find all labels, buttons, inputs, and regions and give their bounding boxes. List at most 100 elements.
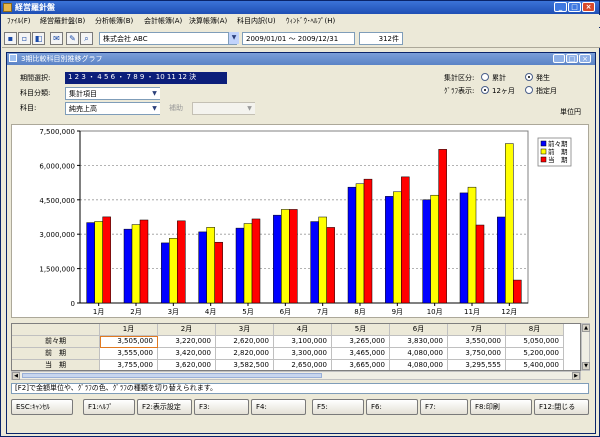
table-cell[interactable]: 3,830,000 — [390, 336, 448, 348]
menu-breakdown[interactable]: 科目内訳(U) — [237, 16, 276, 26]
save-icon[interactable]: ▪ — [4, 32, 17, 45]
agg-occurrence-label: 発生 — [536, 74, 550, 82]
menu-compass[interactable]: 経営羅針盤(B) — [40, 16, 85, 26]
minimize-button[interactable]: _ — [554, 2, 567, 12]
table-cell[interactable]: 3,505,000 — [100, 336, 158, 348]
scroll-up-icon[interactable]: ▲ — [582, 324, 590, 332]
window-icon[interactable]: ◧ — [32, 32, 45, 45]
bar — [310, 221, 319, 304]
vertical-scrollbar[interactable]: ▲ ▼ — [581, 323, 590, 371]
table-cell[interactable]: 2,820,000 — [216, 348, 274, 360]
scroll-thumb[interactable] — [22, 373, 322, 378]
table-cell[interactable]: 3,300,000 — [274, 348, 332, 360]
x-tick-label: 1月 — [93, 308, 104, 316]
table-cell[interactable]: 5,200,000 — [506, 348, 564, 360]
y-tick-label: 3,000,000 — [39, 231, 75, 239]
table-column-header: 2月 — [158, 324, 216, 336]
table-cell[interactable]: 4,080,000 — [390, 348, 448, 360]
f3-button[interactable]: F3: — [194, 399, 249, 415]
table-cell[interactable]: 5,400,000 — [506, 360, 564, 370]
bar — [393, 191, 402, 304]
bar — [94, 221, 103, 304]
legend-swatch — [540, 156, 547, 163]
search-icon[interactable]: ⌕ — [80, 32, 93, 45]
f6-button[interactable]: F6: — [366, 399, 418, 415]
menu-file[interactable]: ﾌｧｲﾙ(F) — [7, 16, 31, 26]
menu-window-help[interactable]: ｳｨﾝﾄﾞｳ･ﾍﾙﾌﾟ(H) — [286, 16, 335, 26]
date-range-field[interactable]: 2009/01/01 ～ 2009/12/31 — [242, 32, 355, 45]
f7-button[interactable]: F7: — [420, 399, 468, 415]
bar — [123, 228, 133, 304]
bar — [243, 223, 253, 304]
scroll-right-icon[interactable]: ▶ — [572, 372, 580, 380]
category-value: 集計項目 — [69, 90, 97, 98]
category-chevron-down-icon[interactable]: ▼ — [149, 88, 160, 99]
account-value: 純売上高 — [69, 105, 97, 113]
table-cell[interactable]: 3,665,000 — [332, 360, 390, 370]
table-cell[interactable]: 3,220,000 — [158, 336, 216, 348]
period-selector[interactable]: 1 2 3 ・ 4 5 6 ・ 7 8 9 ・ 10 11 12 決 — [65, 72, 227, 84]
scroll-down-icon[interactable]: ▼ — [582, 362, 590, 370]
graph-specified-month-radio[interactable] — [525, 86, 533, 94]
f5-button[interactable]: F5: — [312, 399, 364, 415]
category-select[interactable]: 集計項目 — [65, 87, 160, 100]
table-cell[interactable]: 3,295,555 — [448, 360, 506, 370]
table-cell[interactable]: 4,080,000 — [390, 360, 448, 370]
table-column-header: 6月 — [390, 324, 448, 336]
app-icon — [3, 3, 12, 12]
close-button[interactable]: × — [582, 2, 595, 12]
graph-12-months-radio[interactable] — [481, 86, 489, 94]
inner-close-button[interactable]: × — [579, 54, 591, 63]
company-select[interactable]: 株式会社 ABC — [99, 32, 237, 45]
f8-print-button[interactable]: F8:印刷 — [470, 399, 532, 415]
horizontal-scrollbar[interactable]: ◀ ▶ — [11, 371, 581, 380]
table-cell[interactable]: 3,755,000 — [100, 360, 158, 370]
f4-button[interactable]: F4: — [251, 399, 306, 415]
data-table[interactable]: 1月 2月 3月 4月 5月 6月 7月 8月 前々期 3,505,000 3,220,000 2,6… — [11, 323, 581, 371]
agg-occurrence-radio[interactable] — [525, 73, 533, 81]
bar — [281, 209, 290, 304]
status-bar: [F2]で金額単位や、ｸﾞﾗﾌの色、ｸﾞﾗﾌの種類を切り替えられます。 — [11, 383, 589, 394]
bar-chart: 0 1,500,000 3,000,000 4,500,000 6,000,000 7,5… — [39, 128, 572, 316]
table-cell[interactable]: 3,582,500 — [216, 360, 274, 370]
scroll-left-icon[interactable]: ◀ — [12, 372, 20, 380]
open-icon[interactable]: ▫ — [18, 32, 31, 45]
table-cell[interactable]: 3,620,000 — [158, 360, 216, 370]
menu-closing[interactable]: 決算帳簿(A) — [189, 16, 227, 26]
graph-12-months-label: 12ヶ月 — [492, 87, 515, 95]
x-tick-label: 3月 — [168, 308, 179, 316]
y-tick-label: 6,000,000 — [39, 162, 75, 170]
table-cell[interactable]: 5,050,000 — [506, 336, 564, 348]
mail-icon[interactable]: ✉ — [50, 32, 63, 45]
chevron-down-icon[interactable]: ▼ — [228, 32, 239, 44]
menu-ledger[interactable]: 会計帳簿(A) — [144, 16, 182, 26]
table-cell[interactable]: 3,100,000 — [274, 336, 332, 348]
table-cell[interactable]: 3,465,000 — [332, 348, 390, 360]
y-tick-label: 7,500,000 — [39, 128, 75, 136]
f12-close-button[interactable]: F12:閉じる — [534, 399, 589, 415]
inner-minimize-button[interactable]: _ — [553, 54, 565, 63]
bar — [430, 194, 439, 304]
period-label: 期間選択: — [20, 74, 51, 82]
table-cell[interactable]: 2,650,000 — [274, 360, 332, 370]
bar — [235, 227, 245, 304]
table-cell[interactable]: 3,750,000 — [448, 348, 506, 360]
bar — [198, 231, 207, 304]
f1-help-button[interactable]: F1:ﾍﾙﾌﾟ — [83, 399, 135, 415]
table-cell[interactable]: 3,420,000 — [158, 348, 216, 360]
wrench-icon[interactable]: ✎ — [66, 32, 79, 45]
table-cell[interactable]: 2,620,000 — [216, 336, 274, 348]
account-chevron-down-icon[interactable]: ▼ — [149, 103, 160, 114]
title-bar: 経営羅針盤 _ □ × — [1, 1, 599, 14]
table-cell[interactable]: 3,550,000 — [448, 336, 506, 348]
account-select[interactable]: 純売上高 — [65, 102, 160, 115]
bar — [86, 222, 95, 304]
table-cell[interactable]: 3,265,000 — [332, 336, 390, 348]
agg-cumulative-radio[interactable] — [481, 73, 489, 81]
maximize-button[interactable]: □ — [568, 2, 581, 12]
table-cell[interactable]: 3,555,000 — [100, 348, 158, 360]
menu-analysis[interactable]: 分析帳簿(B) — [95, 16, 133, 26]
f2-display-settings-button[interactable]: F2:表示設定 — [137, 399, 192, 415]
esc-cancel-button[interactable]: ESC:ｷｬﾝｾﾙ — [11, 399, 73, 415]
inner-restore-button[interactable]: □ — [566, 54, 578, 63]
